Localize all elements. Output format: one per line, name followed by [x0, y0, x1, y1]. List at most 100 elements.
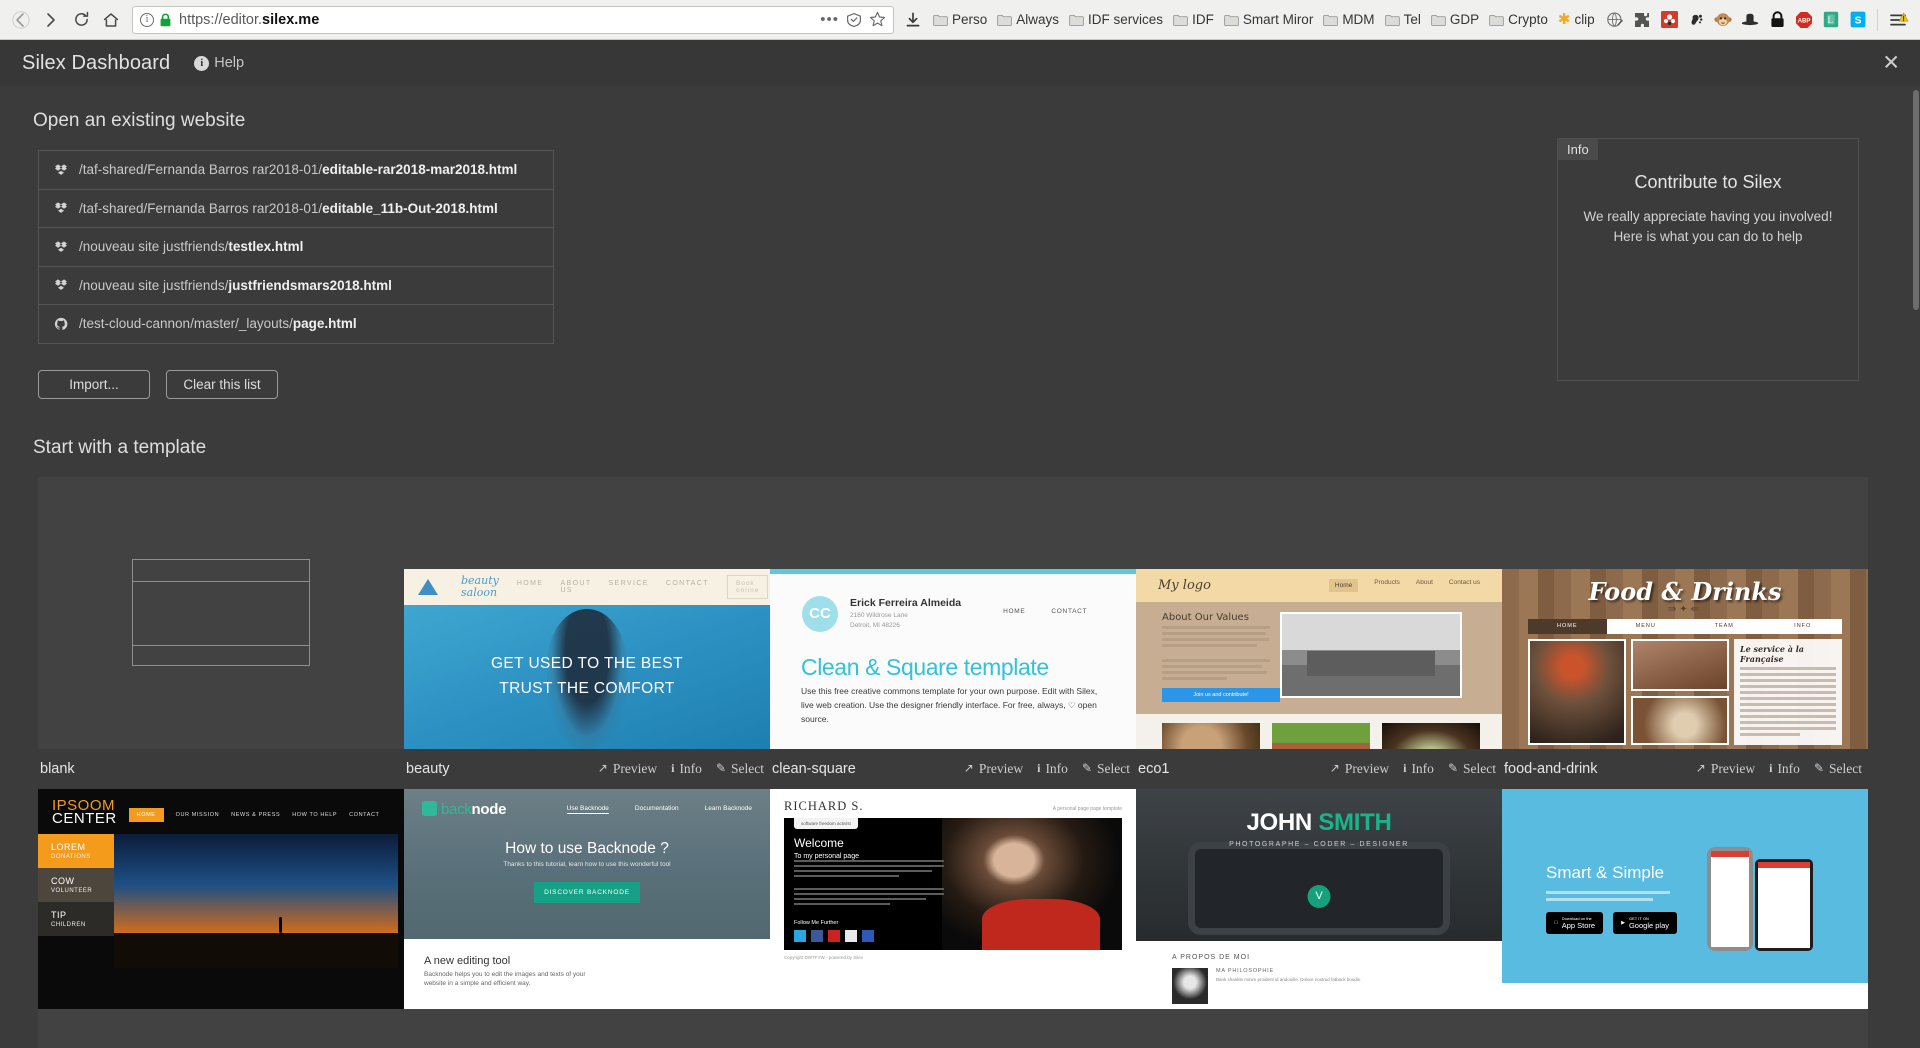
forward-arrow-icon[interactable] [36, 5, 66, 35]
padlock-icon[interactable] [1764, 7, 1790, 33]
preview-link[interactable]: ↗ Preview [1696, 761, 1755, 777]
dashboard-body: Open an existing website /taf-shared/Fer… [0, 86, 1920, 1048]
bookmark-star-icon[interactable] [869, 11, 886, 28]
list-item[interactable]: /taf-shared/Fernanda Barros rar2018-01/e… [39, 190, 553, 228]
adblock-plus-icon[interactable]: ABP [1791, 7, 1817, 33]
template-thumbnail[interactable]: RICHARD S. A personal page page template… [770, 788, 1136, 1048]
bookmark-label: IDF services [1088, 12, 1164, 27]
template-card-richard[interactable]: RICHARD S. A personal page page template… [770, 788, 1136, 1048]
close-icon[interactable]: ✕ [1882, 53, 1900, 74]
info-panel-heading: Contribute to Silex [1634, 172, 1782, 192]
scrollbar-thumb[interactable] [1913, 90, 1919, 310]
folder-icon [1384, 14, 1400, 26]
template-thumbnail[interactable]: Food & Drinks ⇛✦⇚ HOME MENU TEAM INFO Le… [1502, 476, 1868, 749]
template-footer: eco1 ↗ Preview i Info ✎ Select [1136, 749, 1502, 789]
gallery [1136, 713, 1502, 749]
gnome-foot-icon[interactable] [1683, 7, 1709, 33]
folder-icon [1223, 14, 1239, 26]
template-card-eco1[interactable]: My logo Home Products About Contact us A… [1136, 476, 1502, 789]
preview-link[interactable]: ↗ Preview [964, 761, 1023, 777]
info-link[interactable]: i Info [1403, 761, 1434, 777]
toolbar-divider [1877, 8, 1878, 31]
red-square-icon[interactable] [1656, 7, 1682, 33]
address-bar[interactable]: i https://editor.silex.me ••• [132, 5, 894, 34]
template-thumbnail[interactable]: Smart & Simple  Download on theApp Stor… [1502, 788, 1868, 1048]
import-button[interactable]: Import... [38, 369, 150, 399]
template-footer: beauty ↗ Preview i Info ✎ Select [404, 749, 770, 789]
back-arrow-icon[interactable] [6, 5, 36, 35]
bookmark-tel[interactable]: Tel [1380, 9, 1426, 30]
template-card-blank[interactable]: blank [38, 476, 404, 789]
bookmark-mdm[interactable]: MDM [1318, 9, 1379, 30]
template-thumbnail[interactable]: IPSOOM CENTER HOME OUR MISSION NEWS & PR… [38, 788, 404, 1048]
bookmark-always[interactable]: Always [992, 9, 1064, 30]
template-thumbnail[interactable]: CC Erick Ferreira Almeida 2160 Wildrose … [770, 476, 1136, 749]
skype-icon[interactable]: S [1845, 7, 1871, 33]
lastpass-icon[interactable]: L [1818, 7, 1844, 33]
template-thumbnail[interactable]: My logo Home Products About Contact us A… [1136, 476, 1502, 749]
bookmark-label: Crypto [1508, 12, 1548, 27]
clear-list-button[interactable]: Clear this list [166, 369, 278, 399]
ellipsis-icon[interactable]: ••• [820, 11, 839, 28]
info-link[interactable]: i Info [671, 761, 702, 777]
placeholder-text [794, 859, 944, 908]
select-link[interactable]: ✎ Select [1082, 761, 1130, 777]
avatar: CC [802, 595, 838, 632]
vertical-scrollbar[interactable] [1912, 86, 1920, 1048]
template-grid: blank beauty saloon HOME ABOUT US SERVIC… [38, 476, 1868, 1048]
template-card-backnode[interactable]: backbacknodenode Use Backnode Documentat… [404, 788, 770, 1048]
globe-pencil-icon[interactable] [1602, 7, 1628, 33]
puzzle-piece-icon[interactable] [1629, 7, 1655, 33]
select-link[interactable]: ✎ Select [1814, 761, 1862, 777]
reload-icon[interactable] [66, 5, 96, 35]
template-thumbnail[interactable]: JOHN SMITH PHOTOGRAPHE – CODER – DESIGNE… [1136, 788, 1502, 1048]
list-item[interactable]: /nouveau site justfriends/testlex.html [39, 228, 553, 267]
select-link[interactable]: ✎ Select [1448, 761, 1496, 777]
monkey-icon[interactable] [1710, 7, 1736, 33]
template-card-beauty[interactable]: beauty saloon HOME ABOUT US SERVICE CONT… [404, 476, 770, 789]
info-link[interactable]: i Info [1037, 761, 1068, 777]
template-thumbnail[interactable]: backbacknodenode Use Backnode Documentat… [404, 788, 770, 1048]
template-card-smart-simple[interactable]: Smart & Simple  Download on theApp Stor… [1502, 788, 1868, 1048]
star-bookmark-icon: ✱ [1557, 11, 1571, 28]
nav-contact: Contact us [1448, 578, 1480, 586]
placeholder-text [1546, 891, 1670, 901]
info-link[interactable]: i Info [1769, 761, 1800, 777]
help-link[interactable]: i Help [194, 55, 244, 71]
hamburger-menu-icon[interactable] [1884, 7, 1914, 33]
preview-link[interactable]: ↗ Preview [598, 761, 657, 777]
template-thumbnail[interactable]: beauty saloon HOME ABOUT US SERVICE CONT… [404, 476, 770, 749]
nav-contact: CONTACT [665, 579, 709, 587]
hero-image [114, 834, 398, 969]
pocket-icon[interactable] [846, 12, 862, 28]
template-thumbnail[interactable] [38, 476, 404, 749]
template-card-john-smith[interactable]: JOHN SMITH PHOTOGRAPHE – CODER – DESIGNE… [1136, 788, 1502, 1048]
bookmark-perso[interactable]: Perso [928, 9, 992, 30]
template-card-clean-square[interactable]: CC Erick Ferreira Almeida 2160 Wildrose … [770, 476, 1136, 789]
bookmark-crypto[interactable]: Crypto [1484, 9, 1553, 30]
downloads-icon[interactable] [898, 5, 928, 35]
list-item[interactable]: /nouveau site justfriends/justfriendsmar… [39, 267, 553, 305]
template-card-ipsoom[interactable]: IPSOOM CENTER HOME OUR MISSION NEWS & PR… [38, 788, 404, 1048]
template-card-food-and-drink[interactable]: Food & Drinks ⇛✦⇚ HOME MENU TEAM INFO Le… [1502, 476, 1868, 789]
site-title: Food & Drinks [1588, 576, 1782, 606]
gallery-image [1272, 722, 1370, 749]
eco1-preview: My logo Home Products About Contact us A… [1136, 568, 1502, 749]
bookmark-idf-services[interactable]: IDF services [1064, 9, 1168, 30]
list-item[interactable]: /taf-shared/Fernanda Barros rar2018-01/e… [39, 151, 553, 190]
youtube-icon [828, 929, 840, 942]
list-item[interactable]: /test-cloud-cannon/master/_layouts/page.… [39, 305, 553, 344]
bookmark-label: MDM [1342, 12, 1375, 27]
select-link[interactable]: ✎ Select [716, 761, 764, 777]
black-hat-icon[interactable] [1737, 7, 1763, 33]
home-icon[interactable] [96, 5, 126, 35]
bookmark-gdp[interactable]: GDP [1426, 9, 1484, 30]
cta-button: Join us and contribute! [1162, 687, 1280, 702]
preview-link[interactable]: ↗ Preview [1330, 761, 1389, 777]
bookmark-smart-miror[interactable]: Smart Miror [1219, 9, 1319, 30]
info-panel-tab[interactable]: Info [1558, 139, 1598, 160]
section-title: About Our Values [1162, 611, 1249, 623]
bookmark-idf[interactable]: IDF [1168, 9, 1219, 30]
site-information-icon[interactable]: i [140, 12, 154, 27]
bookmark-clip[interactable]: ✱ clip [1553, 9, 1600, 30]
